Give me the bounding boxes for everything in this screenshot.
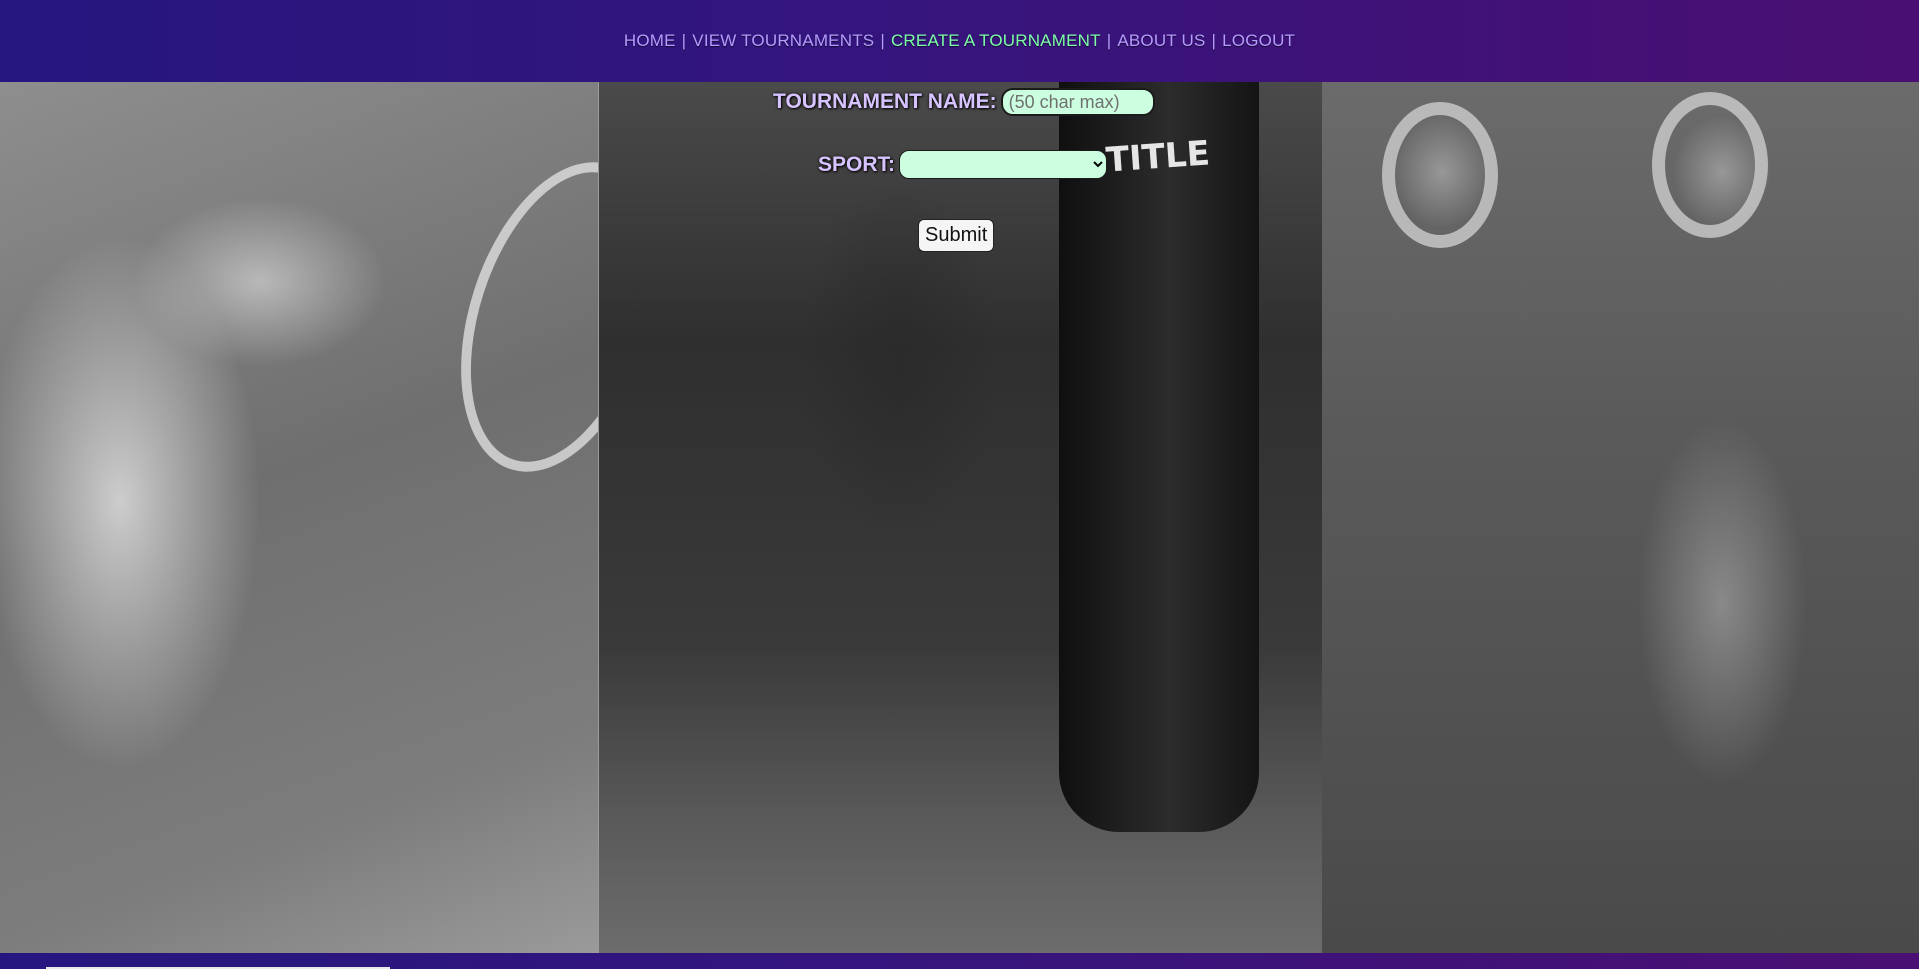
nav-separator: | bbox=[681, 31, 687, 50]
sport-select[interactable] bbox=[899, 150, 1108, 179]
nav-logout-link[interactable]: LOGOUT bbox=[1220, 31, 1297, 51]
nav-view-tournaments-link[interactable]: VIEW TOURNAMENTS bbox=[690, 31, 876, 51]
tennis-racket-shape bbox=[424, 137, 598, 497]
gym-ring-left-shape bbox=[1382, 102, 1498, 248]
nav-home-link[interactable]: HOME bbox=[622, 31, 678, 51]
gymnastics-rings-photo-panel bbox=[1322, 82, 1919, 953]
gym-ring-right-shape bbox=[1652, 92, 1768, 238]
main-nav: HOME | VIEW TOURNAMENTS | CREATE A TOURN… bbox=[622, 31, 1297, 51]
nav-separator: | bbox=[880, 31, 885, 50]
nav-separator: | bbox=[1106, 31, 1112, 50]
tournament-name-label: TOURNAMENT NAME: bbox=[773, 90, 997, 113]
nav-separator: | bbox=[1211, 31, 1217, 50]
nav-create-tournament-link[interactable]: CREATE A TOURNAMENT bbox=[889, 31, 1103, 51]
top-nav-bar: HOME | VIEW TOURNAMENTS | CREATE A TOURN… bbox=[0, 0, 1919, 82]
tennis-photo-panel bbox=[0, 82, 598, 953]
tournament-name-input[interactable] bbox=[1000, 88, 1155, 116]
tournament-name-row: TOURNAMENT NAME: bbox=[773, 88, 1155, 116]
create-tournament-form: TOURNAMENT NAME: SPORT: Submit bbox=[598, 82, 1322, 262]
nav-about-us-link[interactable]: ABOUT US bbox=[1115, 31, 1207, 51]
sport-label: SPORT: bbox=[818, 152, 896, 176]
submit-button[interactable]: Submit bbox=[918, 219, 995, 252]
sport-row: SPORT: bbox=[818, 150, 1108, 179]
